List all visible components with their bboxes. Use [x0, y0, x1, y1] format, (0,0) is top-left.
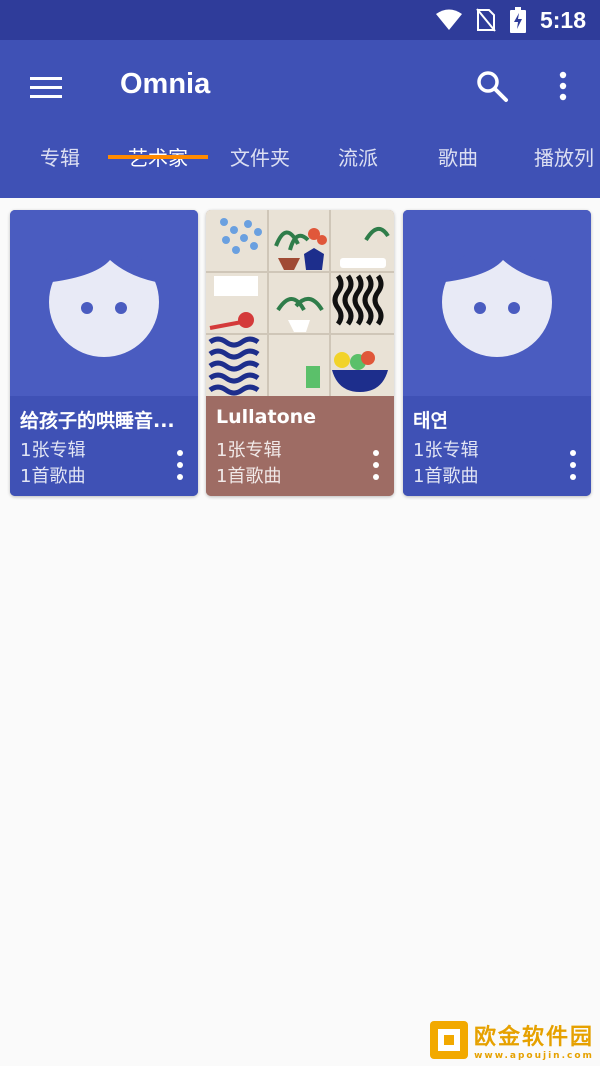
artist-art	[403, 210, 591, 396]
artist-art	[10, 210, 198, 396]
watermark: 欧金软件园 www.apoujin.com	[428, 1018, 594, 1062]
artist-card[interactable]: Lullatone 1张专辑 1首歌曲	[206, 210, 394, 496]
album-art-illustration	[206, 210, 394, 396]
tab-playlists[interactable]: 播放列	[516, 132, 600, 198]
tab-artists[interactable]: 艺术家	[108, 132, 208, 198]
more-vert-icon[interactable]	[548, 68, 578, 104]
tab-indicator	[108, 155, 208, 159]
artist-card[interactable]: 태연 1张专辑 1首歌曲	[403, 210, 591, 496]
default-avatar-icon	[442, 246, 552, 357]
tab-genres[interactable]: 流派	[318, 132, 398, 198]
album-count: 1张专辑	[20, 440, 86, 461]
artist-card[interactable]: 给孩子的哄睡音... 1张专辑 1首歌曲	[10, 210, 198, 496]
default-avatar-icon	[49, 246, 159, 357]
tab-albums[interactable]: 专辑	[20, 132, 100, 198]
more-vert-icon[interactable]	[370, 448, 382, 482]
album-artwork	[206, 210, 394, 396]
watermark-logo-icon	[429, 1021, 468, 1059]
album-count: 1张专辑	[413, 440, 479, 461]
tab-folders[interactable]: 文件夹	[212, 132, 308, 198]
album-count: 1张专辑	[216, 440, 282, 461]
tab-songs[interactable]: 歌曲	[418, 132, 498, 198]
wifi-icon	[435, 9, 462, 30]
tab-bar: 专辑 艺术家 文件夹 流派 歌曲 播放列	[0, 132, 600, 198]
watermark-url: www.apoujin.com	[474, 1051, 594, 1061]
app-title: Omnia	[120, 68, 211, 100]
battery-charging-icon	[509, 7, 526, 33]
song-count: 1首歌曲	[413, 466, 479, 487]
artist-name: 태연	[413, 410, 448, 432]
status-bar: 5:18	[0, 0, 600, 40]
song-count: 1首歌曲	[20, 466, 86, 487]
watermark-text: 欧金软件园	[473, 1025, 594, 1050]
menu-icon[interactable]	[28, 70, 64, 106]
no-sim-icon	[476, 8, 496, 32]
song-count: 1首歌曲	[216, 466, 282, 487]
more-vert-icon[interactable]	[174, 448, 186, 482]
artist-name: Lullatone	[216, 406, 317, 428]
search-icon[interactable]	[474, 68, 510, 104]
app-bar: Omnia 专辑 艺术家 文件夹 流派 歌曲 播放列	[0, 40, 600, 198]
artist-name: 给孩子的哄睡音...	[20, 410, 175, 432]
status-time: 5:18	[539, 6, 586, 33]
more-vert-icon[interactable]	[567, 448, 579, 482]
